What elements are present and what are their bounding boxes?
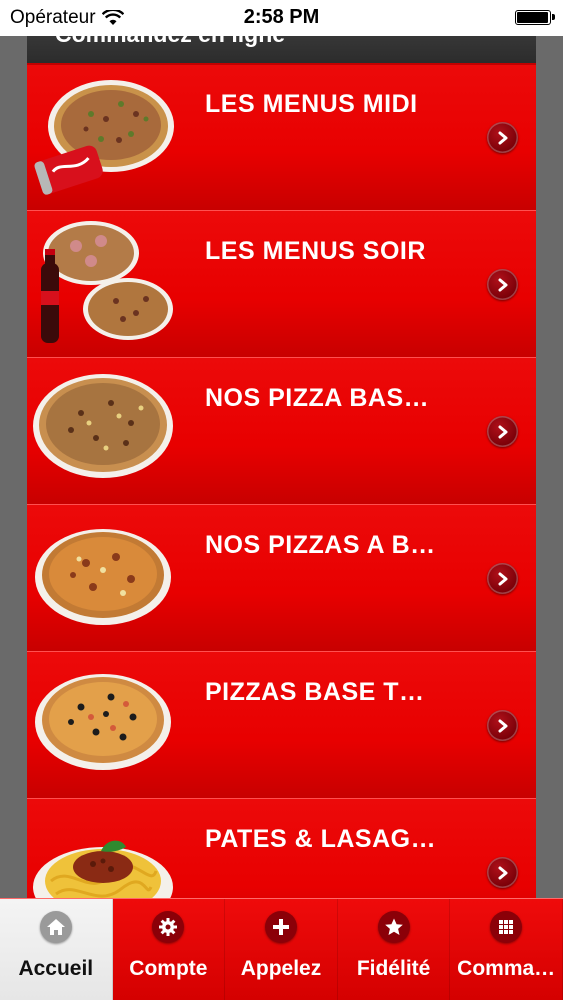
tab-label: Compte xyxy=(129,957,208,980)
gear-icon xyxy=(152,911,185,943)
menu-row-menus-midi[interactable]: LES MENUS MIDI xyxy=(27,64,536,211)
menu-row-label: LES MENUS MIDI xyxy=(205,90,418,118)
tab-label: Fidélité xyxy=(356,957,431,980)
menu-row-pates-lasagnes[interactable]: PATES & LASAG… xyxy=(27,799,536,898)
menu-category-list: LES MENUS MIDI LES MENUS SOIR NOS PIZZA … xyxy=(27,64,536,898)
home-icon xyxy=(39,911,72,943)
tab-fidelite[interactable]: Fidélité xyxy=(338,899,451,1000)
menu-row-label: NOS PIZZAS A B… xyxy=(205,531,436,559)
menu-row-pizzas-base-t[interactable]: PIZZAS BASE T… xyxy=(27,652,536,799)
chevron-right-icon[interactable] xyxy=(487,563,518,594)
pizza-and-soda-can-thumbnail xyxy=(34,80,174,195)
plus-icon xyxy=(264,911,297,943)
status-bar: Opérateur 2:58 PM xyxy=(0,0,563,36)
tab-accueil[interactable]: Accueil xyxy=(0,899,113,1000)
pizza-thumbnail xyxy=(33,374,173,478)
pizza-thumbnail xyxy=(35,529,171,625)
app-screen: Opérateur 2:58 PM Commandez en ligne xyxy=(0,0,563,1000)
tab-appelez[interactable]: Appelez xyxy=(225,899,338,1000)
tab-label: Appelez xyxy=(240,957,322,980)
menu-row-label: PIZZAS BASE T… xyxy=(205,678,425,706)
star-icon xyxy=(377,911,410,943)
battery-icon xyxy=(515,10,555,25)
chevron-right-icon[interactable] xyxy=(487,857,518,888)
menu-row-label: PATES & LASAG… xyxy=(205,825,437,853)
pizza-with-olives-thumbnail xyxy=(35,674,171,770)
menu-row-pizza-base-1[interactable]: NOS PIZZA BAS… xyxy=(27,358,536,505)
chevron-right-icon[interactable] xyxy=(487,416,518,447)
pasta-thumbnail xyxy=(33,840,173,898)
menu-row-label: LES MENUS SOIR xyxy=(205,237,426,265)
status-time: 2:58 PM xyxy=(243,6,320,28)
tab-compte[interactable]: Compte xyxy=(113,899,226,1000)
tab-bar: Accueil Compte Appelez Fidélité Comma… xyxy=(0,898,563,1000)
tab-label: Accueil xyxy=(18,957,94,980)
chevron-right-icon[interactable] xyxy=(487,710,518,741)
menu-row-menus-soir[interactable]: LES MENUS SOIR xyxy=(27,211,536,358)
chevron-right-icon[interactable] xyxy=(487,269,518,300)
tab-commandes[interactable]: Comma… xyxy=(450,899,563,1000)
grid-icon xyxy=(490,911,523,943)
chevron-right-icon[interactable] xyxy=(487,122,518,153)
two-pizzas-and-soda-bottle-thumbnail xyxy=(41,221,173,343)
menu-row-pizzas-base-2[interactable]: NOS PIZZAS A B… xyxy=(27,505,536,652)
tab-label: Comma… xyxy=(457,957,556,980)
menu-row-label: NOS PIZZA BAS… xyxy=(205,384,430,412)
